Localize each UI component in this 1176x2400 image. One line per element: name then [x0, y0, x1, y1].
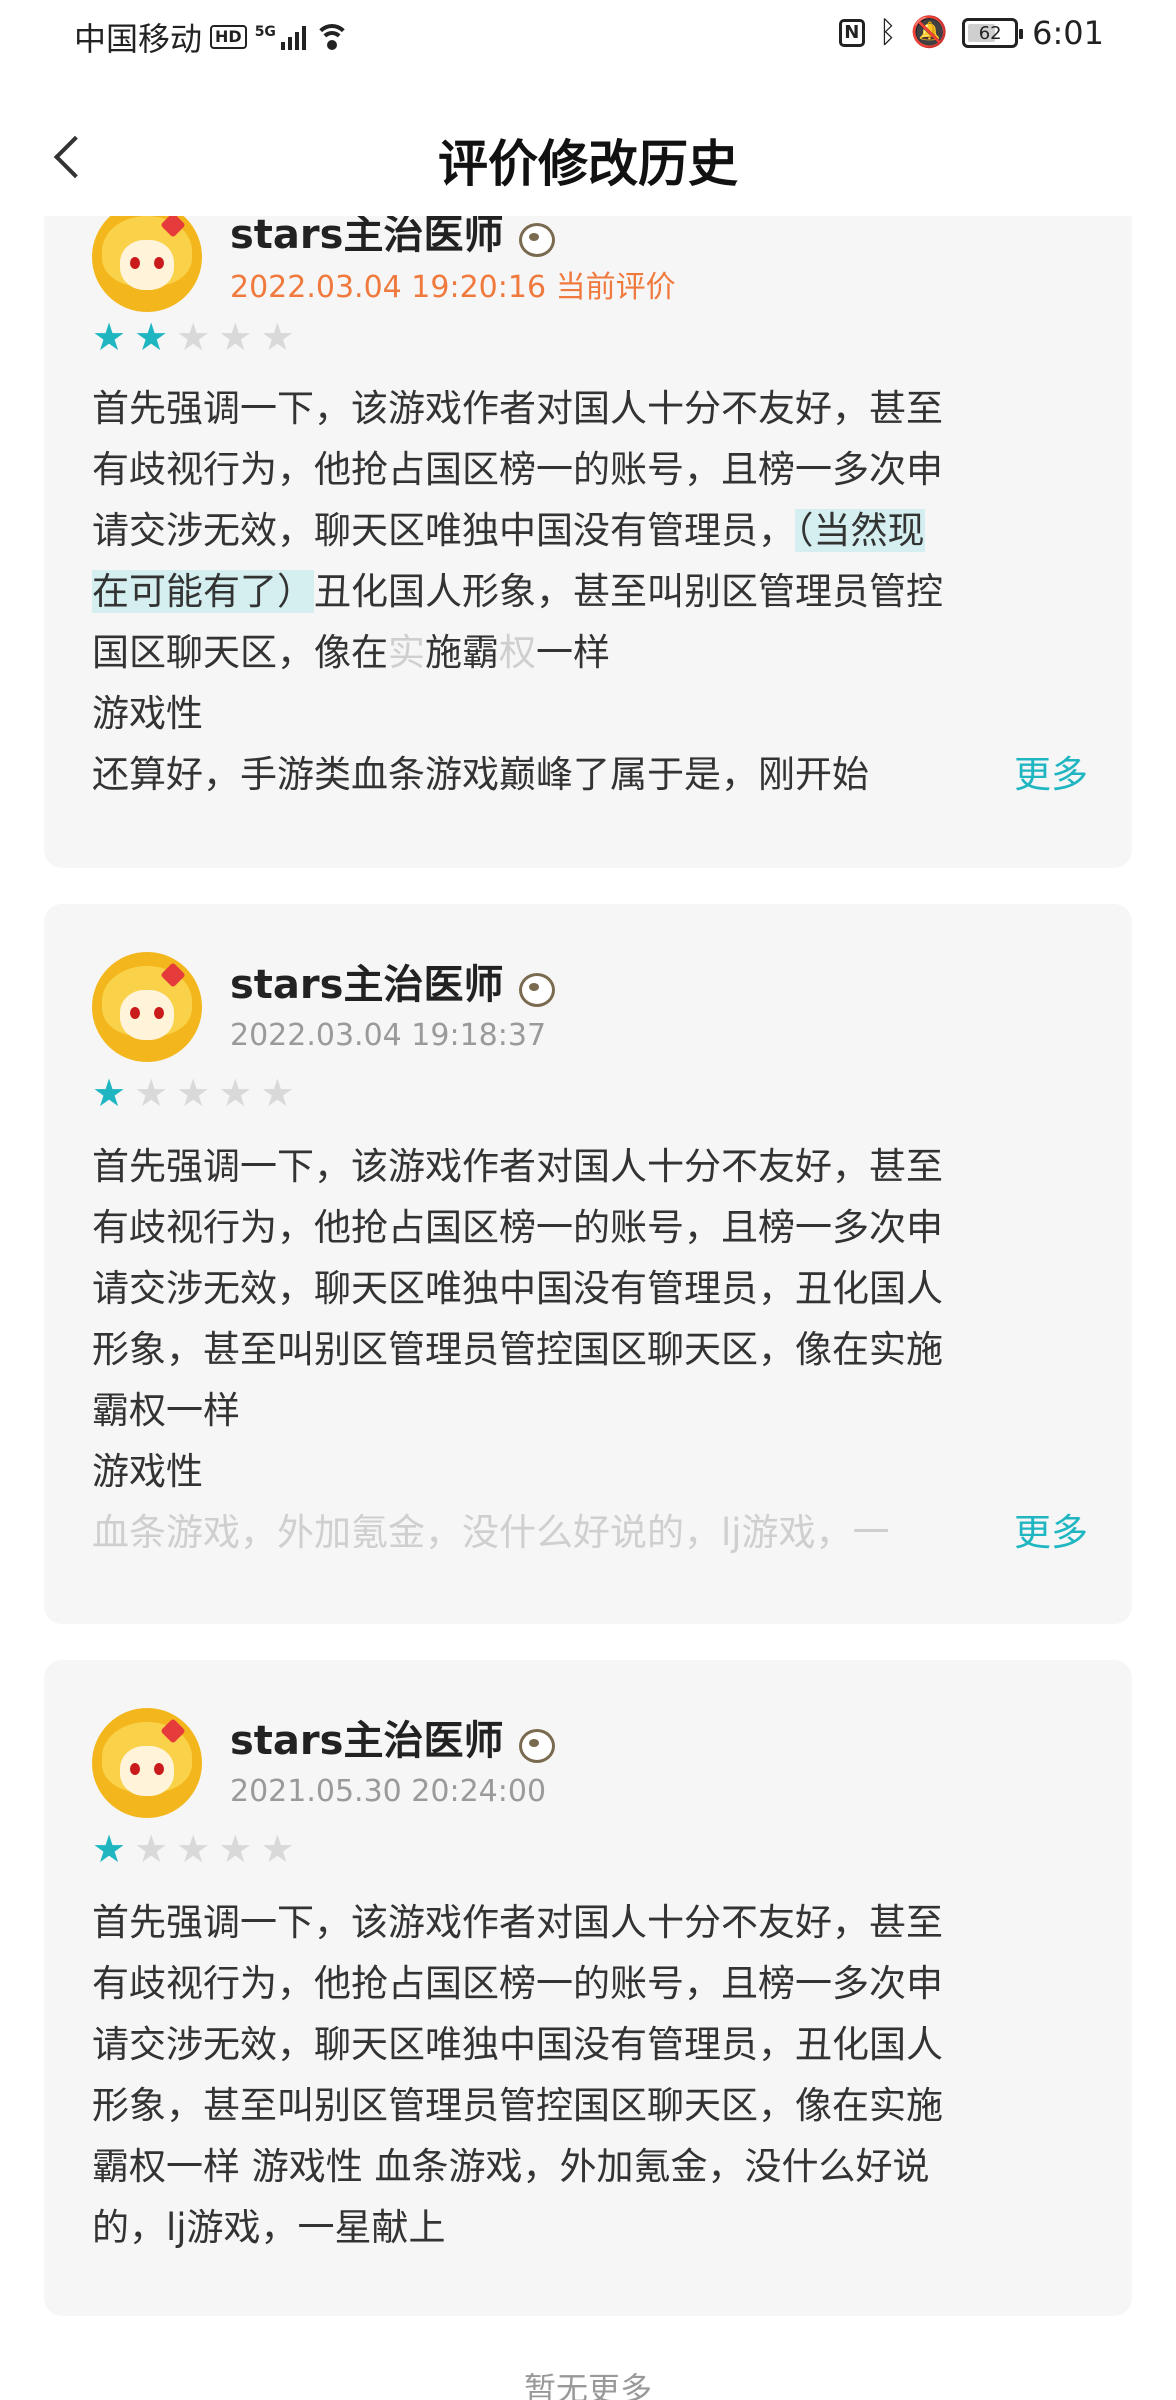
star-icon: ★: [176, 315, 211, 359]
star-icon: ★: [176, 1827, 211, 1871]
battery-icon: 62: [962, 18, 1024, 48]
battery-level: 62: [978, 22, 1002, 44]
review-card: stars主治医师 2022.03.04 19:20:16 当前评价 ★ ★ ★ ★ ★…: [44, 190, 1132, 868]
review-time: 2022.03.04 19:18:37: [230, 1018, 547, 1053]
star-icon: ★: [260, 315, 295, 359]
review-content: 首先强调一下，该游戏作者对国人十分不友好，甚至 有歧视行为，他抢占国区榜一的账号…: [92, 1145, 943, 1554]
status-bar: 中国移动 HD 5G N ᛒ 🔕 62 6:01: [0, 0, 1176, 72]
avatar[interactable]: [92, 202, 202, 312]
star-icon: ★: [218, 315, 253, 359]
header: 评价修改历史: [0, 96, 1176, 216]
bell-muted-icon: 🔕: [910, 15, 949, 50]
review-time: 2021.05.30 20:24:00: [230, 1774, 547, 1809]
current-review-label: 当前评价: [555, 270, 676, 305]
star-rating: ★ ★ ★ ★ ★: [92, 318, 294, 356]
review-card: stars主治医师 2022.03.04 19:18:37 ★ ★ ★ ★ ★ 首先强调…: [44, 904, 1132, 1624]
more-link[interactable]: 更多: [1004, 1502, 1088, 1563]
bluetooth-icon: ᛒ: [878, 15, 897, 50]
user-name[interactable]: stars主治医师: [230, 952, 557, 1010]
medal-icon: [513, 217, 557, 257]
star-icon: ★: [134, 315, 169, 359]
user-name[interactable]: stars主治医师: [230, 1708, 557, 1766]
edit-highlight: （当然现: [795, 509, 925, 552]
page-title: 评价修改历史: [438, 135, 738, 193]
review-time: 2022.03.04 19:20:16 当前评价: [230, 270, 676, 305]
nfc-icon: N: [838, 19, 865, 47]
signal-icon: 5G: [255, 24, 306, 50]
avatar[interactable]: [92, 952, 202, 1062]
star-icon: ★: [218, 1827, 253, 1871]
star-rating: ★ ★ ★ ★ ★: [92, 1074, 294, 1112]
avatar[interactable]: [92, 1708, 202, 1818]
star-icon: ★: [92, 1071, 127, 1115]
star-rating: ★ ★ ★ ★ ★: [92, 1830, 294, 1868]
medal-icon: [513, 1723, 557, 1763]
star-icon: ★: [92, 1827, 127, 1871]
medal-icon: [513, 967, 557, 1007]
network-type: 5G: [254, 24, 276, 40]
review-content: 首先强调一下，该游戏作者对国人十分不友好，甚至 有歧视行为，他抢占国区榜一的账号…: [92, 1901, 943, 2249]
review-card: stars主治医师 2021.05.30 20:24:00 ★ ★ ★ ★ ★ 首先强调…: [44, 1660, 1132, 2316]
star-icon: ★: [260, 1071, 295, 1115]
star-icon: ★: [92, 315, 127, 359]
star-icon: ★: [134, 1827, 169, 1871]
carrier-name: 中国移动: [74, 20, 203, 58]
review-content: 首先强调一下，该游戏作者对国人十分不友好，甚至 有歧视行为，他抢占国区榜一的账号…: [92, 387, 943, 796]
star-icon: ★: [176, 1071, 211, 1115]
star-icon: ★: [260, 1827, 295, 1871]
clock: 6:01: [1032, 14, 1104, 52]
more-link[interactable]: 更多: [1004, 744, 1088, 805]
hd-icon: HD: [210, 25, 247, 49]
star-icon: ★: [134, 1071, 169, 1115]
no-more-text: 暂无更多: [523, 2370, 652, 2400]
wifi-icon: [313, 24, 350, 50]
star-icon: ★: [218, 1071, 253, 1115]
edit-highlight: 在可能有了）: [92, 570, 314, 613]
